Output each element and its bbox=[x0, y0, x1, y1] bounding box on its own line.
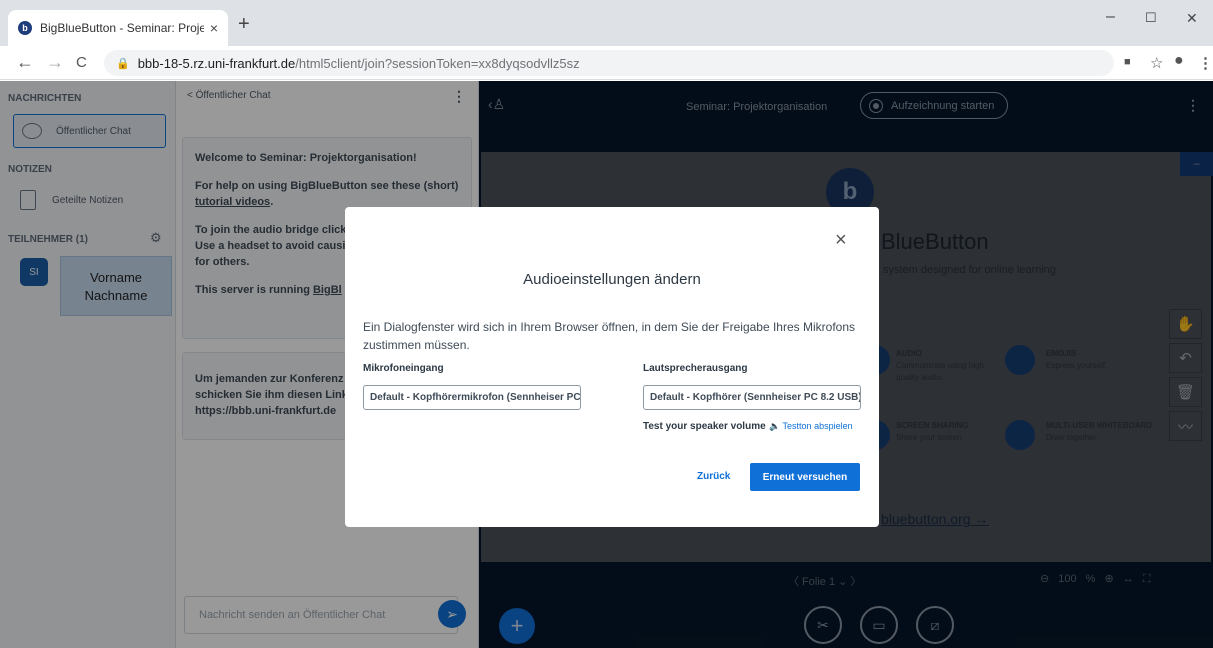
back-button[interactable]: Zurück bbox=[697, 471, 730, 482]
tab-close-icon[interactable]: × bbox=[210, 20, 218, 36]
window-maximize-button[interactable]: ☐ bbox=[1145, 10, 1157, 26]
play-test-tone-button[interactable]: 🔈 Testton abspielen bbox=[769, 421, 853, 432]
dialog-description: Ein Dialogfenster wird sich in Ihrem Bro… bbox=[363, 320, 855, 352]
url-path: /html5client/join?sessionToken=xx8dyqsod… bbox=[295, 55, 580, 71]
speaker-select[interactable]: Default - Kopfhörer (Sennheiser PC 8.2 U… bbox=[643, 385, 861, 410]
forward-button[interactable]: → bbox=[46, 52, 64, 73]
back-button[interactable]: ← bbox=[16, 52, 34, 73]
close-icon[interactable]: × bbox=[835, 229, 847, 252]
reload-button[interactable]: C bbox=[76, 54, 87, 71]
retry-button[interactable]: Erneut versuchen bbox=[750, 463, 860, 491]
microphone-label: Mikrofoneingang bbox=[363, 363, 444, 374]
window-close-button[interactable]: ✕ bbox=[1186, 10, 1198, 27]
browser-tab-bar: b BigBlueButton - Seminar: Projekt × + –… bbox=[0, 0, 1213, 46]
audio-settings-dialog: × Audioeinstellungen ändern Ein Dialogfe… bbox=[345, 207, 879, 527]
lock-icon: 🔒 bbox=[116, 57, 130, 70]
new-tab-button[interactable]: + bbox=[238, 14, 250, 34]
browser-address-bar: ← → C 🔒 bbb-18-5.rz.uni-frankfurt.de/htm… bbox=[0, 46, 1213, 80]
speaker-icon: 🔈 bbox=[769, 421, 783, 431]
tab-title: BigBlueButton - Seminar: Projekt bbox=[40, 21, 204, 35]
speaker-label: Lautsprecherausgang bbox=[643, 363, 748, 374]
url-host: bbb-18-5.rz.uni-frankfurt.de bbox=[137, 55, 296, 71]
dialog-title: Audioeinstellungen ändern bbox=[523, 271, 701, 288]
microphone-select[interactable]: Default - Kopfhörermikrofon (Sennheiser … bbox=[363, 385, 581, 410]
window-minimize-button[interactable]: – bbox=[1106, 8, 1115, 26]
url-field[interactable]: 🔒 bbb-18-5.rz.uni-frankfurt.de/html5clie… bbox=[104, 50, 1114, 76]
bookmark-star-icon[interactable]: ☆ bbox=[1150, 54, 1163, 72]
browser-menu-icon[interactable]: ⋮ bbox=[1198, 54, 1213, 72]
browser-tab[interactable]: b BigBlueButton - Seminar: Projekt × bbox=[8, 10, 228, 46]
bbb-favicon-icon: b bbox=[18, 21, 32, 35]
test-volume-label: Test your speaker volume bbox=[643, 421, 766, 432]
profile-icon[interactable]: ● bbox=[1174, 52, 1184, 70]
camera-icon[interactable]: ■ bbox=[1124, 56, 1131, 68]
